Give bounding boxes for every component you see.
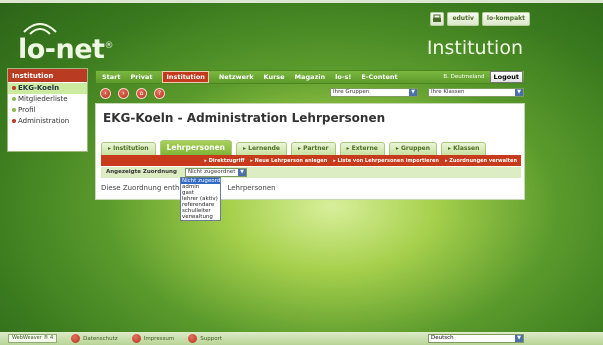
footer-link-label: Datenschutz [83, 335, 118, 342]
bullet-icon [12, 108, 16, 112]
language-select[interactable]: Deutsch ▼ [428, 334, 524, 343]
webweaver-badge[interactable]: WebWeaver ® 4 [8, 334, 58, 343]
tab-gruppen[interactable]: ▸ Gruppen [388, 142, 438, 155]
action-liste-importieren[interactable]: ▸ Liste von Lehrpersonen importieren [333, 158, 439, 164]
action-label: Zuordnungen verwalten [449, 157, 517, 164]
nav-privat[interactable]: Privat [131, 73, 153, 81]
content-panel: EKG-Koeln - Administration Lehrpersonen … [95, 103, 525, 200]
printer-icon[interactable] [430, 12, 445, 26]
footer-link-datenschutz[interactable]: Datenschutz [71, 334, 118, 343]
action-label: Liste von Lehrpersonen importieren [337, 157, 439, 164]
bullet-icon [12, 97, 16, 101]
sidebar-item-mitgliederliste[interactable]: Mitgliederliste [8, 94, 87, 105]
sidebar-item-ekg-koeln[interactable]: EKG-Koeln [8, 83, 87, 94]
sidebar-item-administration[interactable]: Administration [8, 116, 87, 127]
sidebar-item-label: Profil [18, 106, 36, 114]
page-header-title: Institution [426, 37, 523, 59]
chevron-down-icon: ▼ [515, 335, 523, 342]
tab-klassen[interactable]: ▸ Klassen [441, 142, 487, 155]
back-icon[interactable]: ‹ [100, 87, 111, 99]
sidebar-item-label: Mitgliederliste [18, 95, 68, 103]
action-label: Neue Lehrperson anlegen [254, 157, 328, 164]
nav-magazin[interactable]: Magazin [295, 73, 326, 81]
groups-select-value: Ihre Gruppen [333, 89, 370, 95]
main-nav: Start Privat Institution Netzwerk Kurse … [95, 70, 525, 84]
zuordnung-select[interactable]: Nicht zugeordnet ▼ [185, 168, 247, 177]
help-icon[interactable]: ? [154, 87, 165, 99]
action-zuordnungen-verwalten[interactable]: ▸ Zuordnungen verwalten [445, 158, 517, 164]
top-links: edutiv lo-kompakt [430, 12, 530, 26]
tab-institution[interactable]: ▸ Institution [101, 142, 156, 155]
sidebar: Institution EKG-Koeln Mitgliederliste Pr… [7, 68, 88, 152]
filter-label: Angezeigte Zuordnung [106, 169, 177, 175]
footer-link-impressum[interactable]: Impressum [131, 334, 175, 343]
tab-label: Gruppen [400, 145, 431, 152]
chevron-down-icon: ▼ [238, 169, 246, 176]
zuordnung-select-value: Nicht zugeordnet [188, 169, 236, 175]
classes-select[interactable]: Ihre Klassen ▼ [428, 88, 524, 97]
footer-link-support[interactable]: Support [188, 334, 222, 343]
chevron-down-icon: ▼ [409, 89, 417, 96]
page-title: EKG-Koeln - Administration Lehrpersonen [103, 111, 386, 125]
nav-e-content[interactable]: E-Content [361, 73, 397, 81]
groups-select[interactable]: Ihre Gruppen ▼ [330, 88, 418, 97]
dropdown-option[interactable]: verwaltung [181, 214, 220, 220]
info-text-prefix: Diese Zuordnung enth [101, 184, 180, 192]
action-label: Direktzugriff [208, 157, 245, 164]
tab-partner[interactable]: ▸ Partner [290, 142, 336, 155]
tab-externe[interactable]: ▸ Externe [339, 142, 385, 155]
browser-top-strip [0, 0, 603, 3]
nav-institution[interactable]: Institution [162, 71, 209, 83]
action-bar: ▸ Direktzugriff ▸ Neue Lehrperson anlege… [101, 155, 521, 166]
sidebar-header: Institution [8, 69, 87, 82]
tab-label: Klassen [453, 145, 480, 152]
support-icon [188, 334, 198, 343]
footer: WebWeaver ® 4 Datenschutz Impressum Supp… [0, 332, 603, 345]
bullet-icon [12, 119, 16, 123]
nav-start[interactable]: Start [102, 73, 121, 81]
classes-select-value: Ihre Klassen [431, 89, 465, 95]
chevron-down-icon: ▼ [515, 89, 523, 96]
tab-lernende[interactable]: ▸ Lernende [236, 142, 287, 155]
sidebar-item-label: EKG-Koeln [18, 84, 60, 92]
sidebar-item-label: Administration [18, 117, 70, 125]
forward-icon[interactable]: › [118, 87, 129, 99]
action-direktzugriff[interactable]: ▸ Direktzugriff [204, 158, 244, 164]
nav-netzwerk[interactable]: Netzwerk [219, 73, 254, 81]
current-user-name: B. Deutmeland [443, 74, 485, 80]
lo-kompakt-link[interactable]: lo-kompakt [481, 12, 530, 26]
tab-lehrpersonen[interactable]: Lehrpersonen [159, 140, 233, 155]
impressum-icon [131, 334, 141, 343]
datenschutz-icon [71, 334, 81, 343]
nav-lo-s[interactable]: lo-s! [335, 73, 351, 81]
edutiv-link[interactable]: edutiv [447, 12, 479, 26]
logout-button[interactable]: Logout [489, 71, 523, 83]
info-text-suffix: Lehrpersonen [227, 184, 276, 192]
footer-link-label: Impressum [143, 335, 175, 342]
home-icon[interactable]: ⌂ [136, 87, 147, 99]
zuordnung-dropdown-list: Nicht zugeordnet admin gast lehrer (akti… [180, 177, 229, 221]
action-neue-lehrperson[interactable]: ▸ Neue Lehrperson anlegen [250, 158, 327, 164]
nav-kurse[interactable]: Kurse [264, 73, 285, 81]
language-select-value: Deutsch [431, 335, 454, 341]
filter-bar: Angezeigte Zuordnung Nicht zugeordnet ▼ [101, 167, 521, 178]
footer-link-label: Support [200, 335, 223, 342]
tab-label: Partner [303, 145, 329, 152]
tab-bar: ▸ Institution Lehrpersonen ▸ Lernende ▸ … [101, 140, 490, 155]
bullet-icon [12, 86, 16, 90]
tab-label: Externe [351, 145, 378, 152]
logo-text: lo-net® [18, 34, 113, 65]
sidebar-item-profil[interactable]: Profil [8, 105, 87, 116]
tab-label: Institution [113, 145, 149, 152]
tab-label: Lernende [248, 145, 280, 152]
tab-label: Lehrpersonen [166, 143, 226, 152]
